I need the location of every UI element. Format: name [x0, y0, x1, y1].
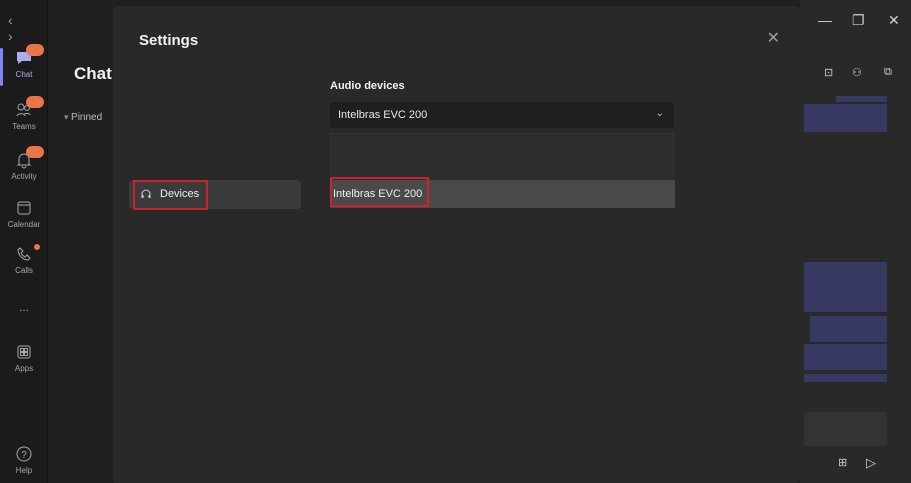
more-icon: ...	[18, 300, 29, 314]
popout-icon[interactable]: ⧉	[884, 66, 892, 79]
headset-icon	[141, 189, 151, 198]
rail-item-label: Help	[15, 466, 33, 475]
dropdown-option[interactable]: Intelbras EVC 200	[330, 177, 675, 208]
rail-item-calls[interactable]: Calls	[0, 244, 48, 275]
help-icon: ?	[16, 446, 32, 462]
rail-item-calendar[interactable]: Calendar	[0, 198, 48, 229]
rail-item-teams[interactable]: Teams	[0, 96, 48, 131]
rail-item-label: Apps	[14, 364, 34, 373]
window-close-button[interactable]: ✕	[888, 12, 900, 29]
rail-item-label: Chat	[15, 70, 33, 79]
chat-list-panel: Chat Pinned	[48, 0, 113, 483]
toolbar-icon[interactable]: ⊡	[824, 66, 833, 79]
rail-item-activity[interactable]: Activity	[0, 146, 48, 181]
audio-devices-heading: Audio devices	[330, 80, 405, 92]
format-icon[interactable]: ⊞	[838, 456, 847, 469]
notification-badge	[26, 44, 44, 56]
rail-item-chat[interactable]: Chat	[0, 44, 48, 86]
settings-nav-label: Devices	[160, 188, 200, 200]
close-icon[interactable]: ✕	[767, 28, 780, 48]
rail-item-help[interactable]: ? Help	[0, 444, 48, 475]
phone-icon	[17, 247, 31, 261]
message-bubble	[810, 316, 887, 342]
settings-dialog: Settings ✕ Devices Audio devices Intelbr…	[113, 6, 800, 483]
rail-item-label: Activity	[11, 172, 37, 181]
svg-text:?: ?	[21, 450, 27, 461]
message-bubble	[804, 262, 887, 312]
message-bubble	[804, 104, 887, 132]
rail-item-apps[interactable]: Apps	[0, 342, 48, 373]
message-bubble	[804, 374, 887, 382]
selected-device: Intelbras EVC 200	[338, 109, 428, 121]
rail-item-label: Teams	[12, 122, 36, 131]
audio-device-dropdown: Intelbras EVC 200	[330, 133, 675, 208]
rail-item-label: Calls	[15, 266, 33, 275]
highlight-box	[330, 177, 429, 207]
compose-box[interactable]	[804, 412, 887, 446]
rail-item-more[interactable]: ...	[0, 300, 48, 314]
conversation-background: — ❐ ✕ ⊡ ⚇ ⧉ ⊞ ▷	[800, 0, 911, 483]
message-bubble	[836, 96, 887, 102]
notification-badge	[26, 146, 44, 158]
message-bubble	[804, 344, 887, 370]
participants-icon[interactable]: ⚇	[852, 66, 862, 79]
minimize-button[interactable]: —	[818, 12, 832, 28]
send-icon[interactable]: ▷	[866, 455, 876, 471]
restore-button[interactable]: ❐	[852, 12, 865, 29]
app-rail: ‹ › Chat Teams Activity Calendar Calls .…	[0, 0, 48, 483]
calendar-icon	[17, 201, 31, 215]
chat-title: Chat	[74, 64, 112, 83]
apps-icon	[17, 345, 31, 359]
dialog-title: Settings	[139, 32, 199, 49]
pinned-section-toggle[interactable]: Pinned	[64, 112, 102, 123]
settings-nav-devices[interactable]: Devices	[129, 180, 301, 210]
rail-item-label: Calendar	[7, 220, 41, 229]
audio-device-select[interactable]: Intelbras EVC 200 ⌄	[330, 102, 674, 128]
history-arrows[interactable]: ‹ ›	[8, 12, 47, 44]
chevron-down-icon: ⌄	[655, 108, 664, 119]
notification-dot	[34, 244, 40, 250]
notification-badge	[26, 96, 44, 108]
